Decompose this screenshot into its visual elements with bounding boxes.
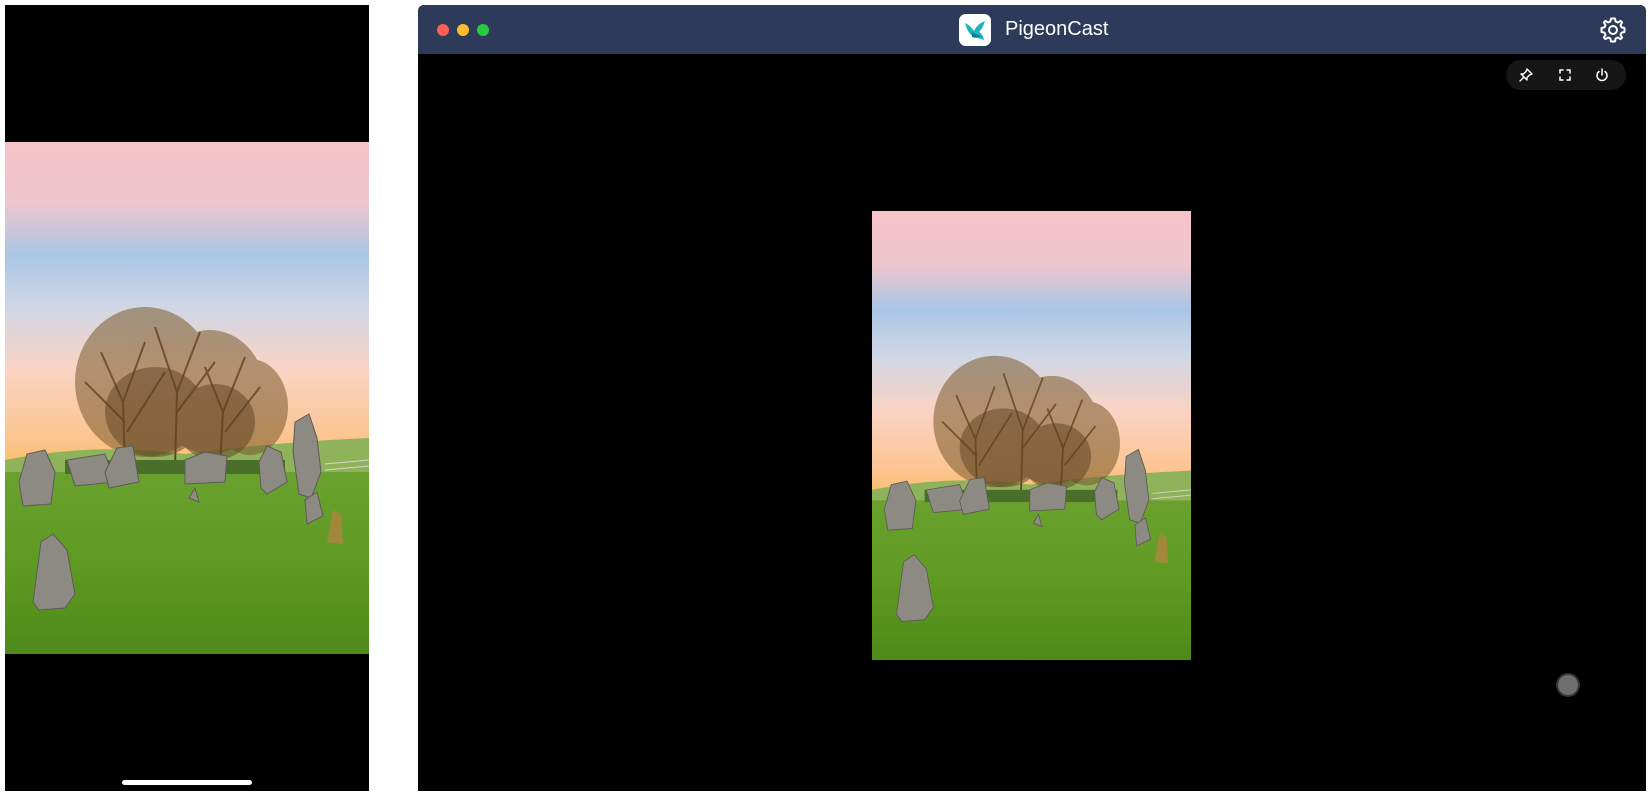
gear-icon[interactable] bbox=[1598, 15, 1628, 45]
maximize-window-button[interactable] bbox=[477, 24, 489, 36]
pin-icon[interactable] bbox=[1516, 65, 1536, 85]
pigeon-logo-icon bbox=[959, 14, 991, 46]
app-title: PigeonCast bbox=[1005, 18, 1109, 40]
minimize-window-button[interactable] bbox=[457, 24, 469, 36]
app-window: PigeonCast bbox=[418, 5, 1646, 791]
power-icon[interactable] bbox=[1592, 65, 1612, 85]
floating-toolbar bbox=[1506, 60, 1626, 90]
phone-photo bbox=[5, 142, 369, 654]
home-indicator[interactable] bbox=[122, 780, 252, 785]
phone-screen bbox=[5, 5, 369, 791]
close-window-button[interactable] bbox=[437, 24, 449, 36]
fullscreen-icon[interactable] bbox=[1555, 65, 1575, 85]
touch-cursor-indicator bbox=[1556, 673, 1580, 697]
mirrored-photo bbox=[872, 211, 1191, 660]
titlebar: PigeonCast bbox=[418, 5, 1646, 54]
